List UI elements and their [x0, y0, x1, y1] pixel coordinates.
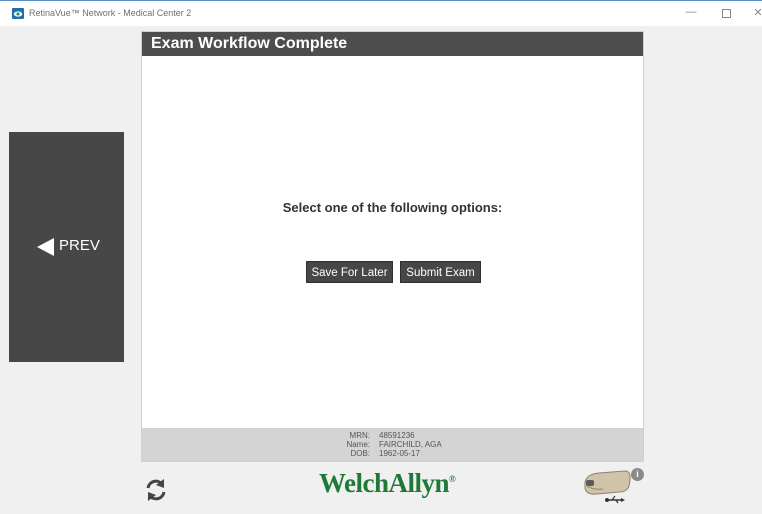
window-title: RetinaVue™ Network - Medical Center 2	[29, 8, 192, 18]
options-prompt: Select one of the following options:	[282, 200, 503, 215]
name-value: FAIRCHILD, AGA	[379, 440, 442, 449]
submit-exam-button[interactable]: Submit Exam	[400, 261, 481, 283]
logo-text: WelchAllyn	[319, 468, 450, 498]
maximize-button[interactable]	[718, 6, 734, 21]
minimize-button[interactable]: —	[683, 6, 699, 18]
name-label: Name:	[346, 440, 370, 449]
app-icon	[12, 8, 24, 19]
maximize-icon	[721, 9, 731, 18]
mrn-value: 48591236	[379, 431, 415, 440]
close-button[interactable]: ✕	[750, 6, 762, 19]
save-for-later-button[interactable]: Save For Later	[306, 261, 393, 283]
title-bar: RetinaVue™ Network - Medical Center 2 — …	[0, 0, 762, 26]
prev-button[interactable]: PREV	[9, 132, 124, 362]
dialog-header: Exam Workflow Complete	[142, 32, 643, 56]
exam-complete-dialog: Exam Workflow Complete Select one of the…	[141, 31, 644, 462]
dialog-title: Exam Workflow Complete	[151, 35, 348, 52]
dob-label: DOB:	[350, 449, 370, 458]
app-window: RetinaVue™ Network - Medical Center 2 — …	[0, 0, 762, 514]
mrn-label: MRN:	[349, 431, 370, 440]
refresh-icon[interactable]	[142, 476, 170, 504]
patient-info-bar: MRN: 48591236 Name: FAIRCHILD, AGA DOB: …	[142, 428, 643, 461]
prev-arrow-icon	[37, 238, 54, 256]
usb-device-icon[interactable]	[583, 468, 633, 506]
info-icon[interactable]: i	[631, 468, 644, 481]
welch-allyn-logo: WelchAllyn®	[319, 468, 456, 499]
logo-registered-mark: ®	[449, 474, 456, 484]
dob-value: 1962-05-17	[379, 449, 420, 458]
prev-label: PREV	[59, 237, 100, 254]
